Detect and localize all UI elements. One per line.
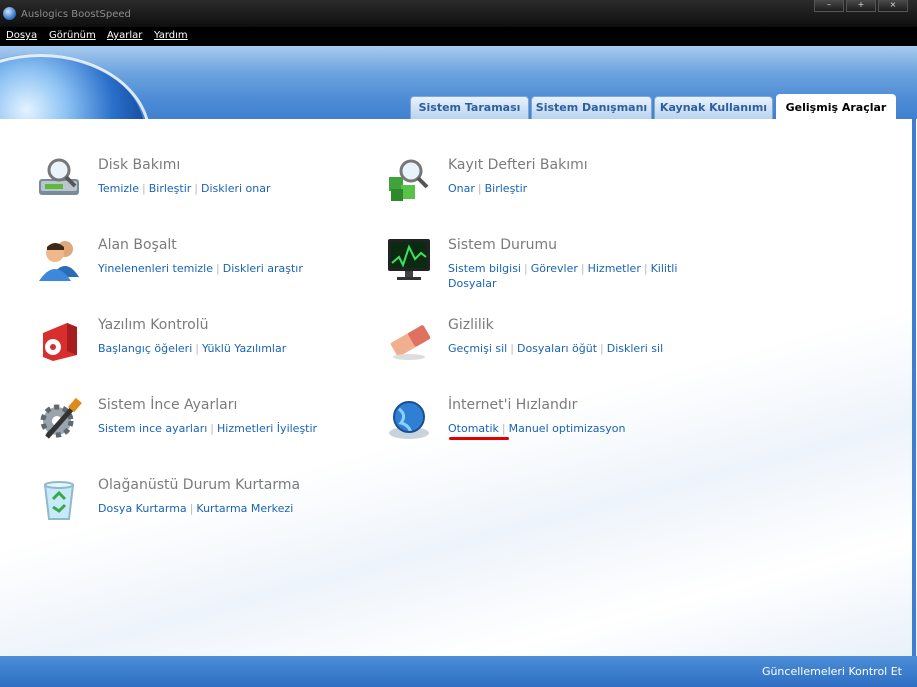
link-birlestir[interactable]: Birleştir — [149, 182, 192, 195]
tool-title: Kayıt Defteri Bakımı — [448, 157, 588, 173]
maximize-button[interactable]: + — [846, 0, 876, 12]
minimize-button[interactable]: – — [814, 0, 844, 12]
tool-title: Sistem İnce Ayarları — [98, 397, 238, 413]
tool-links: Sistem ince ayarları | Hizmetleri İyileşti… — [98, 422, 318, 435]
users-icon — [39, 241, 79, 281]
title-bar: Auslogics BoostSpeed – + × — [0, 0, 917, 27]
menu-dosya[interactable]: Dosya — [6, 30, 37, 41]
disk-magnifier-icon — [39, 158, 79, 195]
recycle-bin-icon — [43, 481, 75, 520]
tool-interneti-hizlandir: İnternet'i Hızlandır Otomatik | Manuel opt… — [387, 397, 707, 447]
check-updates-link[interactable]: Güncellemeleri Kontrol Et — [762, 665, 902, 678]
link-diskleri-onar[interactable]: Diskleri onar — [201, 182, 271, 195]
tab-sistem-danismani[interactable]: Sistem Danışmanı — [531, 96, 652, 119]
tool-kayit-defteri-bakimi: Kayıt Defteri Bakımı Onar | Birleştir — [387, 157, 707, 207]
link-sistem-ince-ayarlari[interactable]: Sistem ince ayarları — [98, 422, 207, 435]
tool-links: Yinelenenleri temizle | Diskleri araştır — [98, 262, 303, 275]
link-baslangic-ogeleri[interactable]: Başlangıç öğeleri — [98, 342, 192, 355]
tool-links: Geçmişi sil | Dosyaları öğüt | Diskleri sil — [448, 342, 664, 355]
link-onar[interactable]: Onar — [448, 182, 475, 195]
window-controls: – + × — [814, 0, 908, 12]
tool-links: Otomatik | Manuel optimizasyon — [448, 422, 626, 435]
link-diskleri-sil[interactable]: Diskleri sil — [607, 342, 663, 355]
link-gorevler[interactable]: Görevler — [531, 262, 578, 275]
tool-links: Sistem bilgisi | Görevler | Hizmetler | Kilitl… — [448, 262, 678, 290]
link-kurtarma-merkezi[interactable]: Kurtarma Merkezi — [196, 502, 293, 515]
link-dosya-kurtarma[interactable]: Dosya Kurtarma — [98, 502, 187, 515]
tool-title: İnternet'i Hızlandır — [448, 397, 578, 413]
footer-bar: Güncellemeleri Kontrol Et — [0, 656, 917, 687]
tool-links: Temizle | Birleştir | Diskleri onar — [98, 182, 271, 195]
link-diskleri-arastir[interactable]: Diskleri araştır — [223, 262, 303, 275]
tool-alan-bosalt: Alan Boşalt Yinelenenleri temizle | Diskle… — [37, 237, 357, 287]
link-otomatik[interactable]: Otomatik — [448, 422, 499, 435]
menu-gorunum[interactable]: Görünüm — [49, 30, 96, 41]
link-manuel-optimizasyon[interactable]: Manuel optimizasyon — [509, 422, 626, 435]
tab-kaynak-kullanimi[interactable]: Kaynak Kullanımı — [654, 96, 773, 119]
eraser-icon — [390, 325, 431, 360]
tool-links: Başlangıç öğeleri | Yüklü Yazılımlar — [98, 342, 287, 355]
tool-sistem-durumu: Sistem Durumu Sistem bilgisi | Görevler | Hi… — [387, 237, 707, 297]
menu-bar: Dosya Görünüm Ayarlar Yardım — [0, 27, 917, 46]
tool-disk-bakimi: Disk Bakımı Temizle | Birleştir | Diskleri o… — [37, 157, 357, 207]
globe-icon — [0, 54, 151, 119]
tool-links: Dosya Kurtarma | Kurtarma Merkezi — [98, 502, 294, 515]
tab-gelismis-araclar[interactable]: Gelişmiş Araçlar — [776, 94, 896, 119]
tool-title: Disk Bakımı — [98, 157, 181, 173]
tool-title: Gizlilik — [448, 317, 494, 333]
tool-title: Sistem Durumu — [448, 237, 558, 253]
menu-ayarlar[interactable]: Ayarlar — [107, 30, 142, 41]
link-hizmetleri-iyilestir[interactable]: Hizmetleri İyileştir — [217, 422, 317, 435]
tool-title: Olağanüstü Durum Kurtarma — [98, 477, 301, 493]
tool-links: Onar | Birleştir — [448, 182, 528, 195]
menu-yardim[interactable]: Yardım — [154, 30, 188, 41]
gear-wrench-icon — [40, 397, 82, 439]
link-gecmisi-sil[interactable]: Geçmişi sil — [448, 342, 507, 355]
tool-gizlilik: Gizlilik Geçmişi sil | Dosyaları öğüt | Disk… — [387, 317, 707, 367]
link-sistem-bilgisi[interactable]: Sistem bilgisi — [448, 262, 521, 275]
link-temizle[interactable]: Temizle — [98, 182, 139, 195]
tool-title: Yazılım Kontrolü — [98, 317, 209, 333]
link-birlestir[interactable]: Birleştir — [485, 182, 528, 195]
registry-cubes-icon — [389, 159, 429, 201]
software-box-icon — [43, 323, 77, 361]
app-logo-icon — [3, 7, 16, 20]
link-yuklu-yazilimlar[interactable]: Yüklü Yazılımlar — [202, 342, 286, 355]
link-dosyalari-ogut[interactable]: Dosyaları öğüt — [517, 342, 597, 355]
tab-sistem-taramasi[interactable]: Sistem Taraması — [410, 96, 529, 119]
monitor-chart-icon — [388, 239, 430, 280]
link-yinelenenleri-temizle[interactable]: Yinelenenleri temizle — [98, 262, 213, 275]
link-hizmetler[interactable]: Hizmetler — [588, 262, 641, 275]
tool-title: Alan Boşalt — [98, 237, 177, 253]
tool-olaganustu-durum-kurtarma: Olağanüstü Durum Kurtarma Dosya Kurtarma… — [37, 477, 357, 527]
window-title: Auslogics BoostSpeed — [21, 9, 131, 20]
close-button[interactable]: × — [878, 0, 908, 12]
link-highlight-underline — [449, 437, 509, 440]
globe-magnifier-icon — [389, 401, 429, 439]
tool-yazilim-kontrolu: Yazılım Kontrolü Başlangıç öğeleri | Yüklü… — [37, 317, 357, 367]
tool-sistem-ince-ayarlari: Sistem İnce Ayarları Sistem ince ayarlar… — [37, 397, 357, 447]
